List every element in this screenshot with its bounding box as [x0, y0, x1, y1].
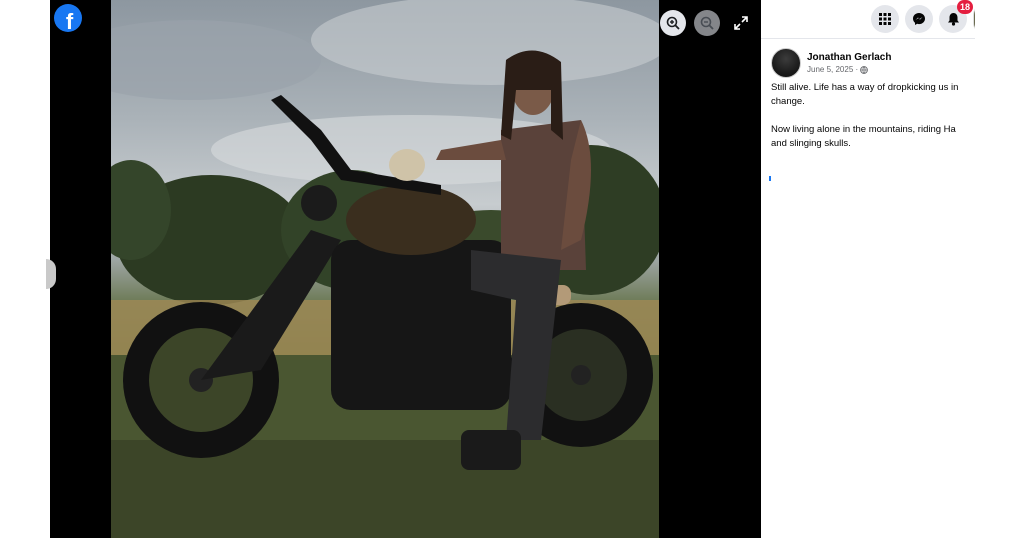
author-name[interactable]: Jonathan Gerlach: [807, 51, 891, 64]
menu-button[interactable]: [871, 5, 899, 33]
account-avatar[interactable]: [973, 5, 975, 33]
messenger-icon: [913, 13, 925, 25]
caret-indicator: [769, 176, 771, 181]
post-photo: [111, 0, 659, 538]
zoom-in-icon: [666, 16, 680, 30]
zoom-out-button[interactable]: [694, 10, 720, 36]
post-side-panel: 18 Jonathan Gerlach June 5, 2025 · Still…: [761, 0, 975, 538]
post-date[interactable]: June 5, 2025 ·: [807, 64, 858, 76]
post-meta: June 5, 2025 ·: [807, 64, 891, 76]
facebook-logo-letter: f: [65, 9, 74, 32]
header-actions: 18: [871, 0, 975, 33]
photo-illustration: [111, 0, 659, 538]
facebook-logo-icon[interactable]: f: [54, 4, 82, 32]
fullscreen-button[interactable]: [728, 10, 754, 36]
author-info: Jonathan Gerlach June 5, 2025 ·: [807, 51, 891, 76]
fullscreen-icon: [734, 16, 748, 30]
zoom-out-icon: [700, 16, 714, 30]
bell-icon: [947, 13, 959, 26]
messenger-button[interactable]: [905, 5, 933, 33]
post-text: Still alive. Life has a way of dropkicki…: [771, 82, 959, 149]
zoom-in-button[interactable]: [660, 10, 686, 36]
notification-count-badge: 18: [957, 0, 973, 14]
post-author: Jonathan Gerlach June 5, 2025 ·: [771, 48, 891, 78]
menu-grid-icon: [879, 13, 891, 25]
author-avatar[interactable]: [771, 48, 801, 78]
header-divider: [761, 38, 975, 39]
globe-icon: [860, 65, 869, 74]
notifications-button[interactable]: 18: [939, 0, 973, 33]
